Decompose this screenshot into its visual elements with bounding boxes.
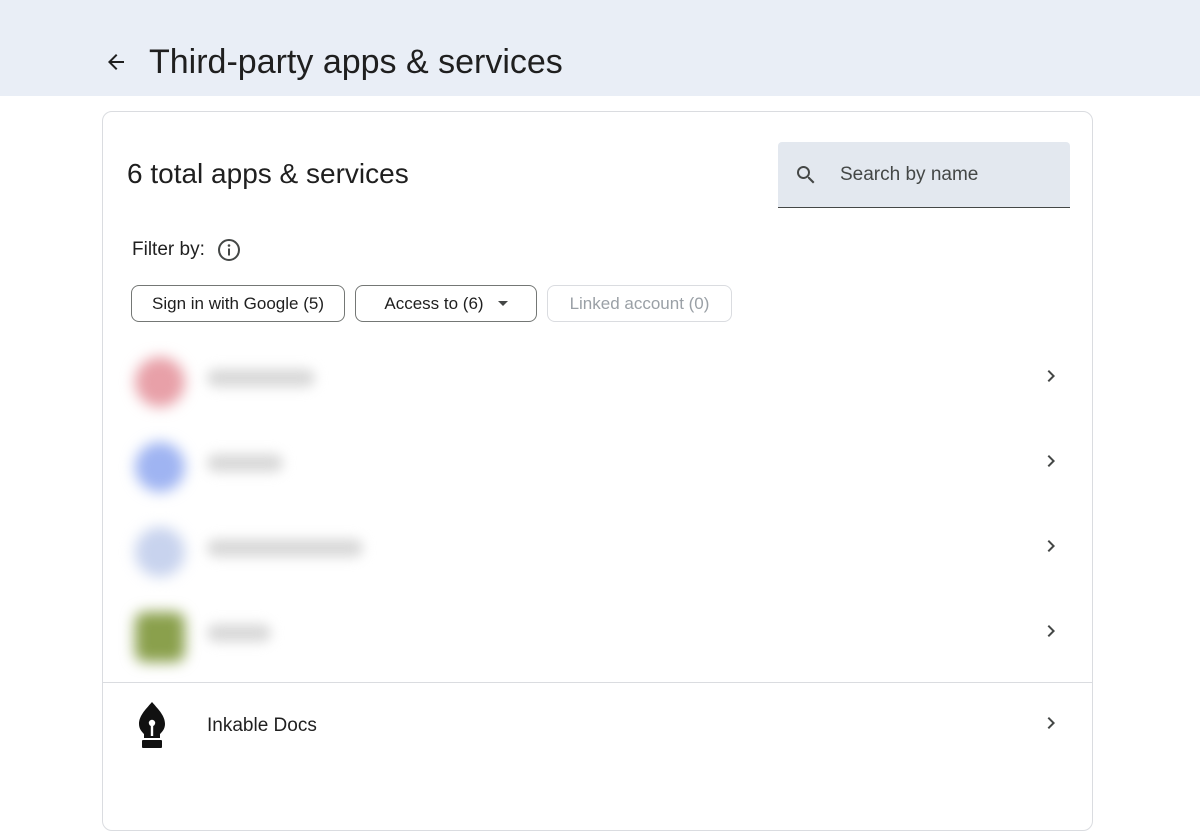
search-input[interactable] bbox=[838, 162, 1052, 187]
pen-nib-icon bbox=[139, 702, 165, 748]
chip-label: Linked account (0) bbox=[569, 293, 710, 313]
app-row-inkable-docs[interactable]: Inkable Docs bbox=[103, 684, 1092, 769]
search-icon bbox=[794, 163, 818, 187]
filter-chip-access-to[interactable]: Access to (6) bbox=[355, 285, 537, 322]
filter-chip-linked-account: Linked account (0) bbox=[547, 285, 732, 322]
app-logo bbox=[135, 357, 185, 407]
app-row[interactable] bbox=[103, 592, 1092, 677]
app-row[interactable] bbox=[103, 337, 1092, 422]
filter-label: Filter by: bbox=[132, 239, 205, 260]
chevron-right-icon bbox=[1039, 619, 1063, 643]
redacted-app-name bbox=[207, 369, 315, 387]
app-logo bbox=[135, 612, 185, 662]
info-icon[interactable] bbox=[217, 238, 241, 262]
chip-label: Access to (6) bbox=[384, 293, 484, 313]
page-header: Third-party apps & services bbox=[0, 0, 1200, 96]
filter-chip-sign-in-with-google[interactable]: Sign in with Google (5) bbox=[131, 285, 345, 322]
back-button[interactable] bbox=[100, 45, 132, 79]
chevron-right-icon bbox=[1039, 534, 1063, 558]
redacted-app-name bbox=[207, 454, 283, 472]
app-row[interactable] bbox=[103, 507, 1092, 592]
chevron-right-icon bbox=[1039, 711, 1063, 735]
search-box[interactable] bbox=[778, 142, 1070, 208]
chevron-right-icon bbox=[1039, 364, 1063, 388]
total-apps-heading: 6 total apps & services bbox=[127, 158, 409, 189]
page-title: Third-party apps & services bbox=[149, 43, 563, 81]
apps-card: 6 total apps & services Filter by: Sign … bbox=[102, 111, 1093, 831]
dropdown-arrow-icon bbox=[497, 301, 508, 306]
app-logo bbox=[135, 442, 185, 492]
app-name: Inkable Docs bbox=[207, 715, 317, 736]
app-logo bbox=[135, 527, 185, 577]
chip-label: Sign in with Google (5) bbox=[152, 293, 324, 313]
chevron-right-icon bbox=[1039, 449, 1063, 473]
row-divider bbox=[103, 682, 1092, 683]
redacted-app-name bbox=[207, 624, 271, 642]
app-row[interactable] bbox=[103, 422, 1092, 507]
redacted-app-name bbox=[207, 539, 363, 557]
arrow-back-icon bbox=[108, 54, 124, 70]
filter-row: Filter by: bbox=[132, 238, 241, 262]
